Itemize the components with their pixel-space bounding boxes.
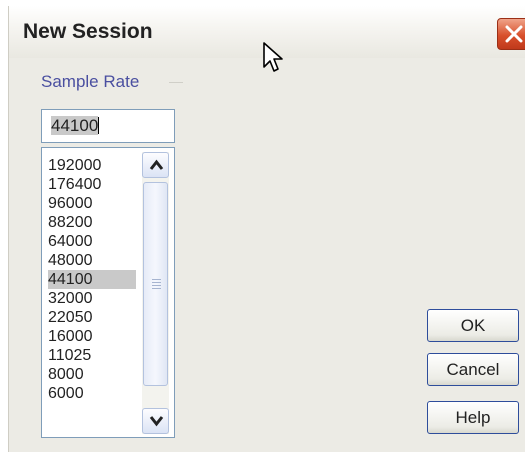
ok-button[interactable]: OK bbox=[427, 309, 519, 342]
window-title: New Session bbox=[23, 20, 153, 43]
list-item[interactable]: 32000 bbox=[48, 289, 136, 308]
sample-rate-group-label: Sample Rate bbox=[41, 72, 140, 91]
list-item[interactable]: 96000 bbox=[48, 194, 136, 213]
scroll-down-button[interactable] bbox=[142, 408, 169, 434]
list-item[interactable]: 22050 bbox=[48, 308, 136, 327]
close-button[interactable] bbox=[497, 18, 525, 50]
chevron-down-icon bbox=[149, 416, 164, 427]
list-item[interactable]: 192000 bbox=[48, 156, 136, 175]
thumb-grip-line bbox=[152, 282, 161, 283]
group-box-line bbox=[169, 82, 183, 83]
thumb-grip-line bbox=[152, 285, 161, 286]
sample-rate-list[interactable]: 192000 176400 96000 88200 64000 48000 44… bbox=[41, 147, 175, 438]
list-item[interactable]: 8000 bbox=[48, 365, 136, 384]
cancel-button[interactable]: Cancel bbox=[427, 353, 519, 386]
scroll-up-button[interactable] bbox=[142, 152, 169, 178]
list-item[interactable]: 48000 bbox=[48, 251, 136, 270]
scroll-thumb[interactable] bbox=[143, 182, 168, 386]
mouse-pointer-icon bbox=[263, 42, 283, 72]
list-item[interactable]: 176400 bbox=[48, 175, 136, 194]
list-scrollbar[interactable] bbox=[142, 152, 169, 434]
list-item[interactable]: 64000 bbox=[48, 232, 136, 251]
close-icon bbox=[505, 25, 523, 43]
list-item[interactable]: 88200 bbox=[48, 213, 136, 232]
sample-rate-input[interactable]: 44100 bbox=[41, 109, 175, 143]
list-item[interactable]: 6000 bbox=[48, 384, 136, 403]
text-caret bbox=[98, 117, 100, 134]
sample-rate-input-value: 44100 bbox=[51, 116, 99, 135]
list-item[interactable]: 11025 bbox=[48, 346, 136, 365]
thumb-grip-line bbox=[152, 288, 161, 289]
thumb-grip-line bbox=[152, 279, 161, 280]
list-item-selected[interactable]: 44100 bbox=[48, 270, 136, 289]
help-button[interactable]: Help bbox=[427, 401, 519, 434]
list-item[interactable]: 16000 bbox=[48, 327, 136, 346]
chevron-up-icon bbox=[149, 159, 164, 170]
